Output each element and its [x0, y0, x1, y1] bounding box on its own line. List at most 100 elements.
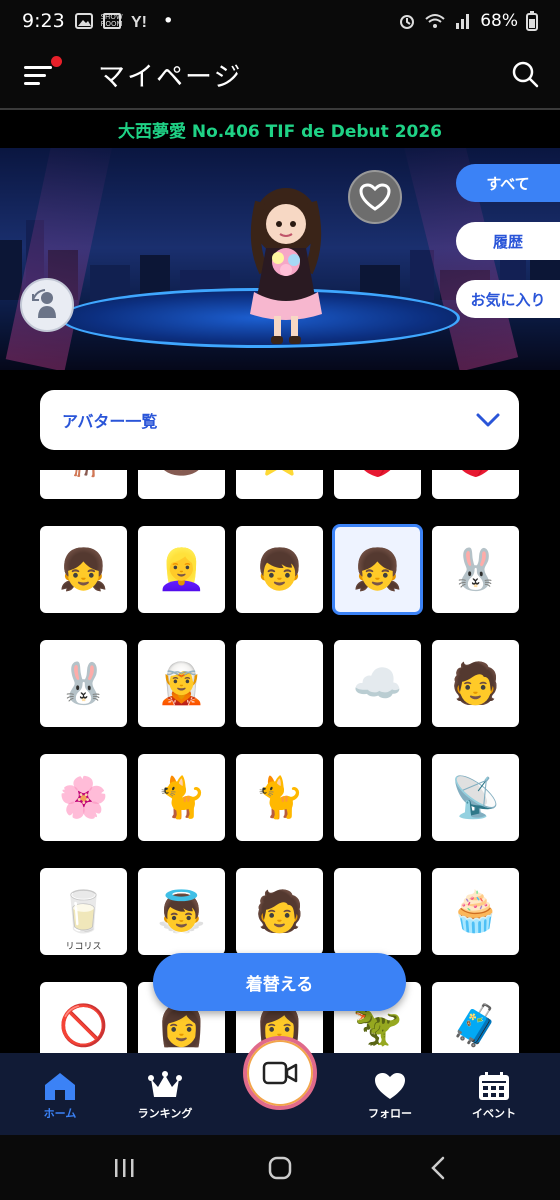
avatar-tile[interactable]: 👧 [40, 526, 127, 613]
avatar-thumbnail: 👦 [254, 546, 305, 593]
nav-home[interactable]: ホーム [20, 1071, 100, 1121]
avatar-tile[interactable]: 🍑 [432, 470, 519, 499]
crown-icon [148, 1071, 182, 1097]
home-circle-icon[interactable] [268, 1156, 292, 1180]
notification-dot [51, 56, 62, 67]
nav-home-label: ホーム [43, 1107, 77, 1120]
current-avatar [250, 188, 322, 344]
avatar-tile[interactable]: 👦 [236, 526, 323, 613]
avatar-tile[interactable]: 🐱 [334, 868, 421, 955]
showroom-icon: SHOW ROOM [100, 13, 123, 29]
avatar-tile[interactable]: 🌸 [40, 754, 127, 841]
tab-history-label: 履歴 [492, 232, 523, 251]
avatar-tile[interactable]: 🧝 [138, 640, 225, 727]
avatar-tile[interactable]: 🦌 [40, 470, 127, 499]
avatar-tile[interactable]: 🧑 [236, 868, 323, 955]
avatar-tile[interactable]: 🚫もあん [40, 982, 127, 1053]
menu-button[interactable] [22, 56, 62, 90]
avatar-thumbnail: 📡 [450, 774, 501, 821]
ticker-text: 大西夢愛 No.406 TIF de Debut 2026 [117, 121, 443, 142]
avatar-thumbnail: 🧁 [450, 888, 501, 935]
avatar-thumbnail: 🧑 [254, 888, 305, 935]
avatar-tile[interactable]: 🍑 [334, 470, 421, 499]
alarm-icon [400, 15, 415, 29]
avatar-thumbnail: 👧 [58, 546, 109, 593]
avatar-tile[interactable]: 📡 [432, 754, 519, 841]
avatar-thumbnail: 🍑 [451, 470, 501, 476]
avatar-tile[interactable]: 🐱 [236, 640, 323, 727]
video-camera-icon [262, 1061, 298, 1085]
avatar-thumbnail: 🐰 [450, 546, 501, 593]
avatar-tile[interactable]: 🐻 [138, 470, 225, 499]
page-title: マイページ [98, 62, 243, 93]
avatar-tile[interactable]: 🐰 [40, 640, 127, 727]
nav-event-label: イベント [472, 1107, 516, 1120]
avatar-thumbnail: 👧 [352, 546, 403, 593]
yahoo-icon: Y! [131, 14, 147, 29]
avatar-thumbnail: 👩 [156, 1002, 207, 1049]
avatar-tile[interactable]: 🧑 [432, 640, 519, 727]
avatar-thumbnail: 🦖 [352, 1002, 403, 1049]
change-outfit-button[interactable]: 着替える [153, 953, 406, 1011]
avatar-tile[interactable]: 🧳 [432, 982, 519, 1053]
gallery-icon [74, 13, 93, 29]
avatar-history-button[interactable] [20, 278, 74, 332]
avatar-thumbnail: 🧳 [450, 1002, 501, 1049]
nav-event[interactable]: イベント [454, 1071, 534, 1121]
avatar-tile[interactable]: 🥛 リコリス [40, 868, 127, 955]
calendar-icon [479, 1072, 509, 1100]
avatar-tile[interactable]: ⭐ [236, 470, 323, 499]
app-header: マイページ [0, 42, 560, 108]
avatar-tile[interactable]: 🧁 [432, 868, 519, 955]
avatar-thumbnail: 🧑 [450, 660, 501, 707]
status-dot: • [162, 10, 174, 32]
search-icon[interactable] [510, 59, 540, 89]
tab-favorites-label: お気に入り [470, 290, 546, 309]
avatar-thumbnail: 🚫 [58, 1002, 109, 1049]
heart-outline-icon [359, 183, 391, 211]
change-outfit-label: 着替える [245, 974, 314, 995]
signal-icon [456, 14, 470, 29]
back-icon[interactable] [428, 1156, 448, 1180]
avatar-thumbnail: ☁️ [352, 660, 403, 707]
system-nav-bar [0, 1135, 560, 1200]
avatar-thumbnail: 👼 [156, 888, 207, 935]
nav-follow[interactable]: フォロー [350, 1071, 430, 1121]
avatar-tile[interactable]: ☁️ [334, 640, 421, 727]
favorite-heart-button[interactable] [348, 170, 402, 224]
battery-icon [526, 11, 538, 31]
avatar-list-dropdown[interactable]: アバター一覧 [40, 390, 519, 450]
avatar-thumbnail: 🌸 [58, 774, 109, 821]
dropdown-label: アバター一覧 [62, 412, 158, 431]
avatar-stage: すべて 履歴 お気に入り [0, 148, 560, 370]
recent-apps-icon[interactable] [112, 1157, 136, 1179]
avatar-tile[interactable]: 🐱 [334, 754, 421, 841]
tab-history[interactable]: 履歴 [456, 222, 560, 260]
tab-favorites[interactable]: お気に入り [456, 280, 560, 318]
ticker-banner: 大西夢愛 No.406 TIF de Debut 2026 [0, 110, 560, 148]
avatar-rotate-icon [32, 289, 56, 318]
avatar-thumbnail: 👱‍♀️ [156, 546, 207, 593]
live-broadcast-button[interactable] [243, 1036, 317, 1110]
nav-ranking[interactable]: ランキング [125, 1071, 205, 1121]
avatar-thumbnail: 🐱 [356, 774, 399, 821]
avatar-tile[interactable]: 👱‍♀️ [138, 526, 225, 613]
status-bar: 9:23 SHOW ROOM Y! • 68% [0, 0, 560, 42]
avatar-tile[interactable]: 🐰 [432, 526, 519, 613]
avatar-tile[interactable]: 🐈 [236, 754, 323, 841]
avatar-thumbnail: 🐱 [258, 660, 301, 707]
nav-follow-label: フォロー [368, 1107, 412, 1120]
avatar-thumbnail: 🐱 [356, 888, 399, 935]
tab-all[interactable]: すべて [456, 164, 560, 202]
avatar-tile[interactable]: 👼 [138, 868, 225, 955]
avatar-thumbnail: 🦌 [59, 470, 109, 476]
home-icon [45, 1073, 75, 1100]
avatar-thumbnail: 🥛 [58, 888, 109, 935]
avatar-thumbnail: ⭐ [255, 470, 305, 476]
avatar-tile[interactable]: 🐈 [138, 754, 225, 841]
heart-icon [375, 1073, 405, 1099]
avatar-tile-label: リコリス [65, 942, 102, 952]
avatar-thumbnail: 🧝 [156, 660, 207, 707]
avatar-tile[interactable]: 👧 [332, 524, 423, 615]
svg-text:Y!: Y! [131, 14, 147, 29]
